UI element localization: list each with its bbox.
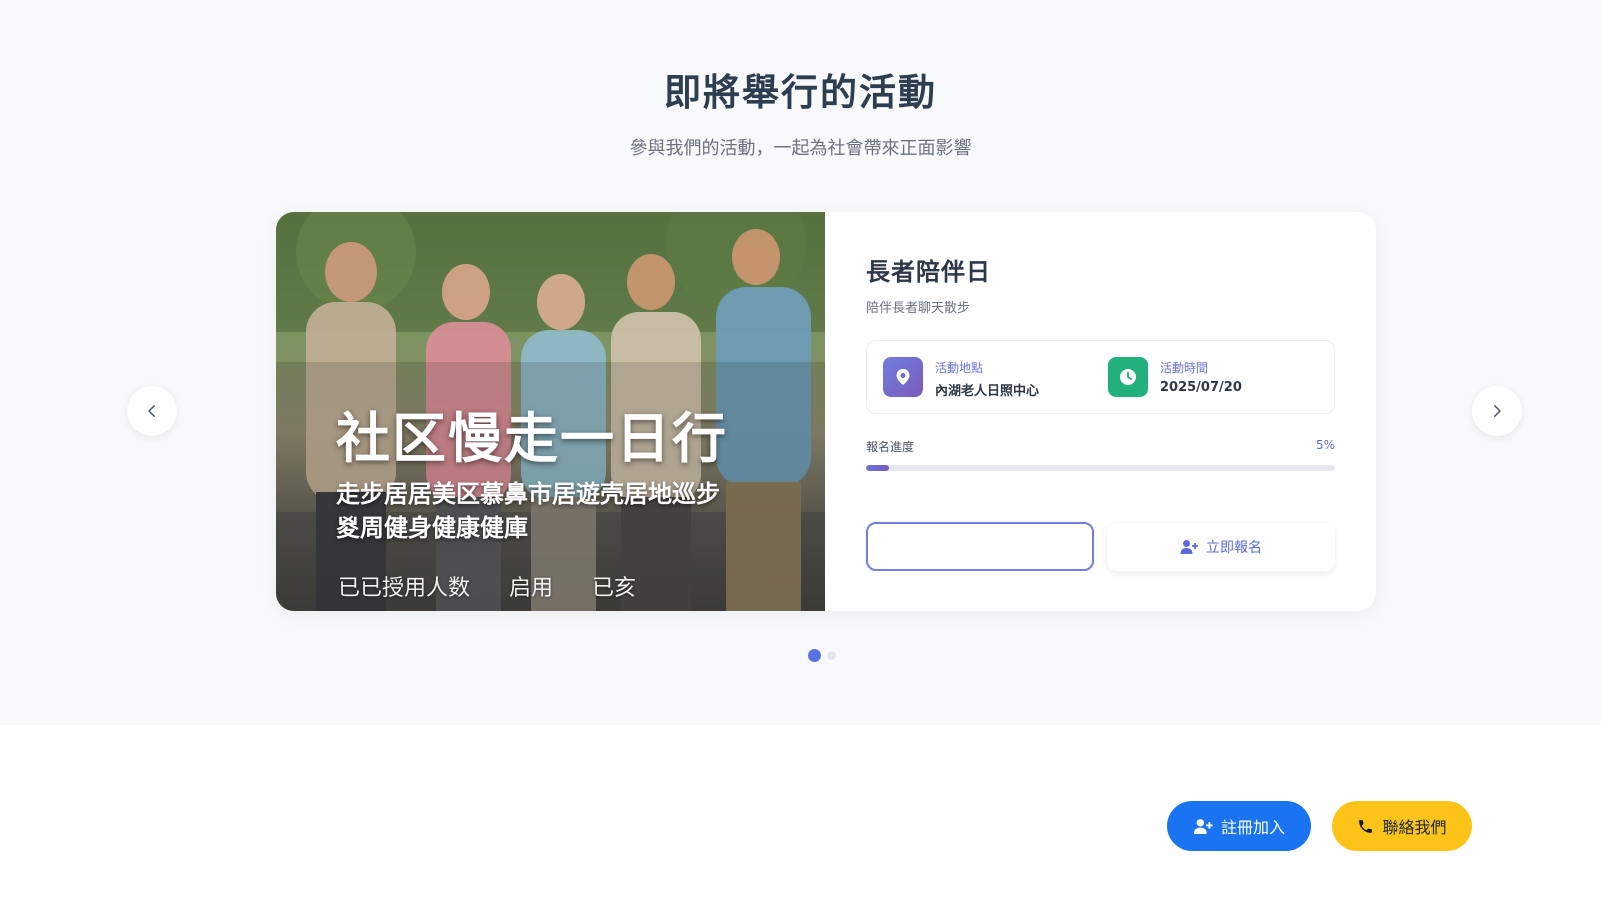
- register-join-label: 註冊加入: [1220, 818, 1285, 837]
- time-value: 2025/07/20: [1160, 380, 1242, 395]
- event-card: 社区慢走一日行 走步居居美区慕鼻市居遊壳居地巡步 㚇周健身健康健庫 已已授用人数…: [276, 212, 1376, 611]
- time-label: 活動時間: [1160, 361, 1209, 375]
- carousel-prev-button[interactable]: [127, 386, 177, 436]
- photo-stat: 启用: [509, 576, 554, 601]
- register-now-button[interactable]: 立即報名: [1107, 523, 1335, 571]
- photo-stat: 已亥: [592, 576, 637, 601]
- registration-progress-bar: [866, 465, 1335, 471]
- event-description: 陪伴長者聊天散步: [866, 301, 971, 316]
- section-title: 即將舉行的活動: [664, 71, 937, 114]
- location-value: 內湖老人日照中心: [935, 384, 1040, 399]
- user-plus-icon: [1180, 540, 1198, 554]
- section-subtitle: 參與我們的活動，一起為社會帶來正面影響: [629, 138, 972, 159]
- photo-stat: 已已授用人数: [338, 576, 471, 601]
- event-info-panel: 長者陪伴日 陪伴長者聊天散步 活動地點 內湖老人日照中心 活動時間 2025/0…: [825, 212, 1376, 611]
- contact-us-button[interactable]: 聯絡我們: [1332, 801, 1472, 851]
- carousel-dot[interactable]: [827, 651, 836, 660]
- photo-stats: 已已授用人数 启用 已亥: [338, 570, 668, 602]
- photo-subtext: 走步居居美区慕鼻市居遊壳居地巡步 㚇周健身健康健庫: [336, 480, 720, 542]
- register-join-button[interactable]: 註冊加入: [1167, 801, 1311, 851]
- location-label: 活動地點: [935, 361, 984, 375]
- event-photo: 社区慢走一日行 走步居居美区慕鼻市居遊壳居地巡步 㚇周健身健康健庫 已已授用人数…: [276, 212, 825, 611]
- progress-label: 報名進度: [866, 440, 915, 454]
- carousel-dots: [808, 649, 836, 662]
- event-title: 長者陪伴日: [866, 258, 991, 286]
- user-plus-icon: [1193, 818, 1213, 834]
- phone-icon: [1359, 819, 1373, 833]
- progress-fill: [866, 465, 890, 471]
- carousel-dot-active[interactable]: [808, 649, 821, 662]
- upcoming-events-section: 即將舉行的活動 參與我們的活動，一起為社會帶來正面影響 社区慢走一日行 走步居居…: [0, 0, 1601, 725]
- register-now-label: 立即報名: [1206, 540, 1262, 556]
- photo-headline: 社区慢走一日行: [336, 407, 728, 470]
- map-pin-icon: [883, 357, 923, 397]
- event-meta-box: 活動地點 內湖老人日照中心 活動時間 2025/07/20: [866, 340, 1335, 414]
- chevron-left-icon: [148, 405, 155, 417]
- event-details-button[interactable]: [866, 522, 1094, 571]
- contact-us-label: 聯絡我們: [1382, 818, 1447, 837]
- chevron-right-icon: [1494, 405, 1501, 417]
- carousel-next-button[interactable]: [1472, 386, 1522, 436]
- progress-percent: 5%: [1315, 438, 1335, 452]
- clock-icon: [1108, 357, 1148, 397]
